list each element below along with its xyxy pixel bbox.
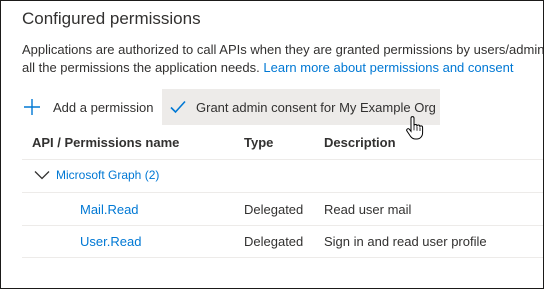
checkmark-icon: [170, 100, 186, 114]
permission-type: Delegated: [244, 202, 304, 217]
description-line-2: all the permissions the application need…: [22, 59, 543, 77]
grant-admin-consent-label: Grant admin consent for My Example Org: [196, 99, 436, 115]
add-permission-button[interactable]: Add a permission: [23, 94, 153, 120]
chevron-down-icon: [34, 171, 50, 180]
description-line-2-text: all the permissions the application need…: [22, 60, 260, 75]
section-title: Configured permissions: [22, 9, 201, 28]
group-label: Microsoft Graph (2): [56, 168, 160, 182]
permission-link-user-read[interactable]: User.Read: [80, 234, 141, 249]
row-divider: [22, 225, 543, 226]
permission-description: Read user mail: [324, 202, 412, 217]
header-divider: [22, 159, 543, 160]
learn-more-link[interactable]: Learn more about permissions and consent: [263, 60, 513, 75]
permission-link-mail-read[interactable]: Mail.Read: [80, 202, 139, 217]
section-description: Applications are authorized to call APIs…: [22, 41, 544, 77]
description-line-1: Applications are authorized to call APIs…: [22, 42, 544, 57]
add-permission-label: Add a permission: [53, 99, 154, 115]
row-divider: [22, 257, 543, 258]
group-row-microsoft-graph[interactable]: Microsoft Graph (2): [34, 168, 159, 182]
grant-admin-consent-button[interactable]: Grant admin consent for My Example Org: [162, 89, 440, 125]
configured-permissions-panel: Configured permissions Applications are …: [0, 0, 544, 289]
hand-pointer-cursor-icon: [406, 116, 424, 140]
plus-icon: [24, 99, 40, 115]
column-header-type[interactable]: Type: [244, 135, 273, 150]
permission-description: Sign in and read user profile: [324, 234, 487, 249]
permission-type: Delegated: [244, 234, 304, 249]
row-divider: [22, 192, 543, 193]
column-header-api-permissions-name[interactable]: API / Permissions name: [32, 135, 179, 150]
column-header-description[interactable]: Description: [324, 135, 396, 150]
